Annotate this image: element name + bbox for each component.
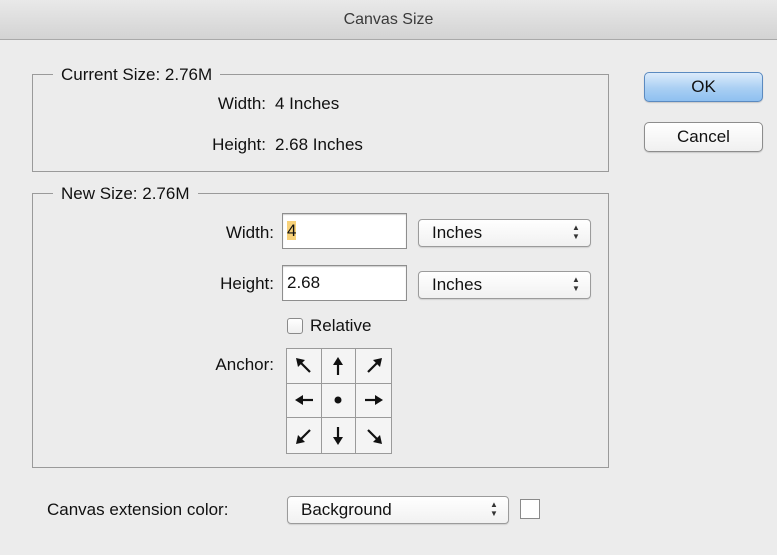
extension-color-select[interactable]: Background ▲ ▼ [287,496,509,524]
relative-label[interactable]: Relative [310,315,371,337]
arrow-down-right-icon [366,428,382,444]
new-height-label: Height: [220,274,274,293]
relative-checkbox[interactable] [287,318,303,334]
center-dot-icon [334,396,342,404]
anchor-center[interactable] [321,383,357,419]
width-unit-select[interactable]: Inches ▲ ▼ [418,219,591,247]
select-arrows-icon: ▲ ▼ [572,275,580,293]
width-input-value: 4 [287,221,297,240]
select-arrows-icon: ▲ ▼ [572,223,580,241]
anchor-bottom-right[interactable] [356,418,391,453]
extension-color-swatch[interactable] [520,499,540,519]
arrow-up-left-icon [295,357,311,373]
height-input[interactable]: 2.68 [282,265,407,301]
height-unit-value: Inches [432,275,483,294]
arrow-down-left-icon [295,428,311,444]
window-title: Canvas Size [0,0,777,40]
cancel-button[interactable]: Cancel [644,122,763,152]
anchor-bottom[interactable] [322,418,357,453]
anchor-grid [286,348,392,454]
ok-button[interactable]: OK [644,72,763,102]
current-height-value: 2.68 Inches [275,135,363,154]
extension-color-value: Background [301,500,392,519]
new-width-label: Width: [225,223,274,242]
select-arrows-icon: ▲ ▼ [490,500,498,518]
canvas-size-dialog: Canvas Size Current Size: 2.76M Width: 4… [0,0,777,555]
arrow-up-icon [333,356,344,375]
arrow-right-icon [364,395,383,406]
anchor-top-left[interactable] [287,349,322,384]
anchor-right[interactable] [356,384,391,419]
arrow-left-icon [294,395,313,406]
arrow-up-right-icon [366,357,382,373]
anchor-left[interactable] [287,383,322,419]
width-input[interactable]: 4 [282,213,407,249]
current-width-label: Width: [217,94,266,113]
anchor-label: Anchor: [215,355,274,374]
current-height-label: Height: [212,135,266,154]
height-input-value: 2.68 [287,273,321,292]
arrow-down-icon [333,426,344,445]
anchor-top-right[interactable] [356,349,391,384]
extension-color-label: Canvas extension color: [47,500,229,519]
current-width-value: 4 Inches [275,94,340,113]
new-size-legend: New Size: 2.76M [53,183,198,205]
anchor-top[interactable] [321,349,357,384]
anchor-bottom-left[interactable] [287,418,322,453]
current-size-legend: Current Size: 2.76M [53,64,221,86]
current-size-group: Current Size: 2.76M [32,64,609,172]
height-unit-select[interactable]: Inches ▲ ▼ [418,271,591,299]
width-unit-value: Inches [432,223,483,242]
